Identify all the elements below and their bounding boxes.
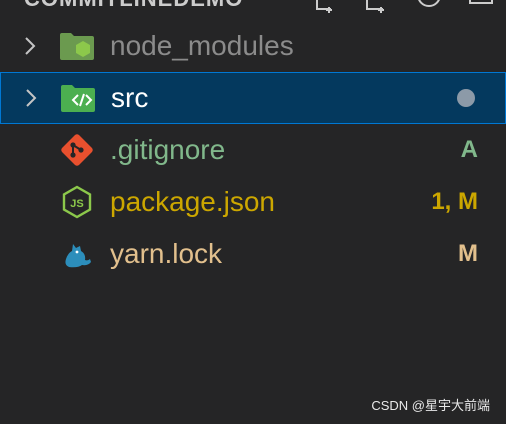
git-status-badge: A (460, 136, 478, 163)
explorer-header: COMMITLINEDEMO (0, 0, 506, 16)
header-actions (310, 0, 496, 16)
tree-item-label: node_modules (110, 30, 294, 61)
chevron-right-icon[interactable] (23, 86, 39, 110)
nodejs-icon: JS (58, 183, 96, 221)
collapse-all-icon (469, 0, 493, 4)
git-status-badge: M (458, 240, 478, 267)
git-status-badge: 1, M (431, 188, 478, 215)
modified-dot-icon (457, 89, 475, 107)
src-folder-icon (59, 79, 97, 117)
tree-item-node-modules[interactable]: node_modules (0, 20, 506, 72)
watermark: CSDN @星宇大前端 (371, 398, 490, 413)
new-file-icon (316, 0, 332, 13)
collapse-all-button[interactable] (466, 0, 496, 14)
workspace-title[interactable]: COMMITLINEDEMO (24, 0, 243, 16)
tree-item-label: .gitignore (110, 134, 226, 165)
new-folder-button[interactable] (362, 0, 392, 14)
tree-item-src[interactable]: src (0, 72, 506, 124)
tree-item-label: src (111, 82, 149, 113)
tree-item-package-json[interactable]: JS package.json 1, M (0, 176, 506, 228)
tree-item-yarn-lock[interactable]: yarn.lock M (0, 228, 506, 280)
svg-text:JS: JS (70, 198, 83, 210)
yarn-icon (58, 235, 96, 273)
tree-item-label: package.json (110, 186, 276, 217)
chevron-right-icon[interactable] (22, 34, 38, 58)
tree-item-label: yarn.lock (110, 238, 223, 269)
new-folder-icon (366, 0, 384, 13)
tree-item-gitignore[interactable]: .gitignore A (0, 124, 506, 176)
refresh-icon (418, 0, 440, 7)
file-tree: node_modules src .gitignore A JS package… (0, 20, 506, 280)
new-file-button[interactable] (310, 0, 340, 14)
refresh-button[interactable] (414, 0, 444, 14)
node-folder-icon (58, 27, 96, 65)
explorer-panel: COMMITLINEDEMO (0, 0, 506, 424)
git-icon (58, 131, 96, 169)
